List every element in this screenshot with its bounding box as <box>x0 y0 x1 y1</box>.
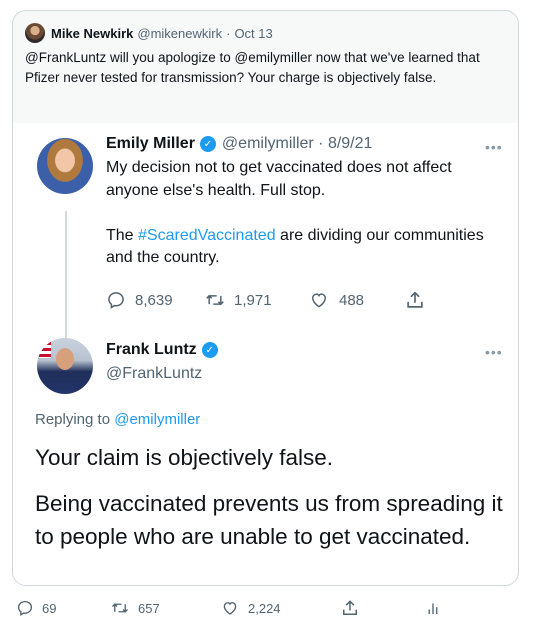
hashtag-link[interactable]: #ScaredVaccinated <box>138 227 276 244</box>
retweet-icon <box>206 294 224 306</box>
replying-to: Replying to @emilymiller <box>35 411 200 428</box>
reply-handle[interactable]: @FrankLuntz <box>106 365 202 383</box>
reply-count: 8,639 <box>135 291 173 309</box>
retweet-count: 657 <box>138 600 160 616</box>
reply-icon <box>108 292 124 309</box>
share-button[interactable] <box>404 289 426 311</box>
reply-author-name[interactable]: Frank Luntz <box>106 341 197 359</box>
tweet-date[interactable]: Oct 13 <box>234 26 272 41</box>
reply-paragraph-1: Your claim is objectively false. <box>35 445 334 470</box>
reply-button[interactable]: 8,639 <box>106 290 204 310</box>
parent-handle-date[interactable]: @emilymiller · 8/9/21 <box>222 135 373 153</box>
outer-action-bar: 69 657 2,224 <box>16 598 442 618</box>
more-options-icon[interactable]: ••• <box>485 344 503 360</box>
emily-avatar[interactable] <box>37 138 93 194</box>
avatar[interactable] <box>25 23 45 43</box>
reply-button[interactable]: 69 <box>16 599 110 617</box>
analytics-button[interactable] <box>424 599 442 617</box>
frank-avatar[interactable] <box>37 338 93 394</box>
parent-text-line2: The #ScaredVaccinated are dividing our c… <box>106 225 506 270</box>
share-button[interactable] <box>340 598 424 618</box>
avatar-face <box>56 348 74 370</box>
separator: · <box>226 25 231 41</box>
parent-tweet-header: Emily Miller ✓ @emilymiller · 8/9/21 <box>106 135 372 153</box>
reply-tweet-header: Frank Luntz ✓ <box>106 341 224 359</box>
like-count: 2,224 <box>248 600 281 616</box>
author-handle[interactable]: @mikenewkirk <box>137 26 222 41</box>
share-icon <box>343 600 357 615</box>
like-button[interactable]: 2,224 <box>220 599 340 617</box>
parent-text-line1: My decision not to get vaccinated does n… <box>106 159 452 199</box>
parent-text-pre: The <box>106 226 139 244</box>
retweet-icon <box>112 603 128 613</box>
heart-icon <box>223 602 237 615</box>
retweet-count: 1,971 <box>234 291 272 309</box>
retweet-button[interactable]: 1,971 <box>204 290 308 310</box>
reply-paragraph-2: Being vaccinated prevents us from spread… <box>35 491 503 549</box>
verified-badge-icon: ✓ <box>199 136 216 152</box>
parent-tweet-text: My decision not to get vaccinated does n… <box>106 157 506 270</box>
more-options-icon[interactable]: ••• <box>485 139 503 155</box>
outer-tweet-card[interactable]: Mike Newkirk @mikenewkirk · Oct 13 @Fran… <box>12 10 519 586</box>
reply-icon <box>17 600 33 616</box>
flag-icon <box>39 342 51 358</box>
analytics-icon <box>428 603 438 614</box>
like-count: 488 <box>339 291 365 309</box>
tweet-text: @FrankLuntz will you apologize to @emily… <box>25 50 480 85</box>
share-icon <box>407 291 423 308</box>
reply-count: 69 <box>42 600 57 616</box>
outer-tweet-header: Mike Newkirk @mikenewkirk · Oct 13 <box>25 23 273 43</box>
thread-line <box>65 211 67 345</box>
parent-action-bar: 8,639 1,971 488 <box>106 289 426 311</box>
replying-label: Replying to <box>35 411 115 428</box>
heart-icon <box>311 293 327 308</box>
replying-mention[interactable]: @emilymiller <box>114 411 200 428</box>
quoted-thread[interactable]: Emily Miller ✓ @emilymiller · 8/9/21 •••… <box>13 123 518 585</box>
verified-badge-icon: ✓ <box>201 342 218 358</box>
like-button[interactable]: 488 <box>308 290 404 310</box>
parent-author-name[interactable]: Emily Miller <box>106 135 195 153</box>
retweet-button[interactable]: 657 <box>110 599 220 617</box>
author-name[interactable]: Mike Newkirk <box>51 26 133 41</box>
